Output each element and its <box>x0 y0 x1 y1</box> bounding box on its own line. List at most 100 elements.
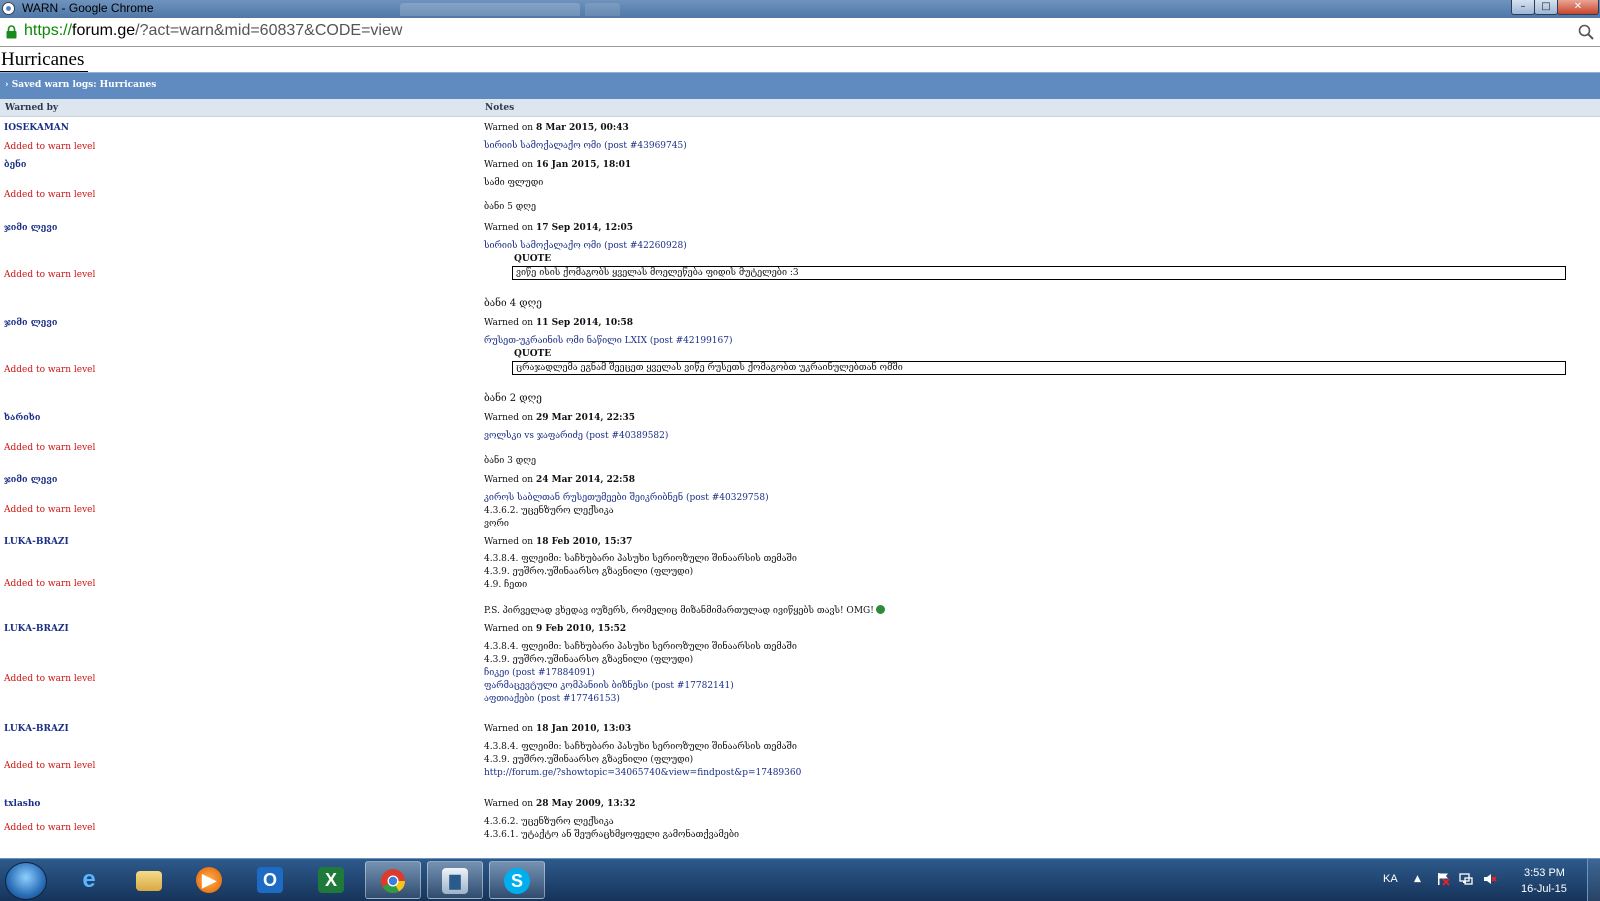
note-link[interactable]: http://forum.ge/?showtopic=34065740&view… <box>484 768 801 778</box>
row-left-cell: LUKA-BRAZI Added to warn level <box>4 718 464 793</box>
quote-label: QUOTE <box>514 254 552 264</box>
row-left-cell: IOSEKAMAN Added to warn level <box>4 117 464 154</box>
warn-level-added-text: Added to warn level <box>4 443 96 453</box>
warned-on-label: Warned on <box>484 475 534 485</box>
note-text: 4.3.6.2. უცენზურო ლექსიკა <box>484 506 614 516</box>
warn-level-added-text: Added to warn level <box>4 270 96 280</box>
table-row: LUKA-BRAZI Added to warn level Warned on… <box>0 618 1600 718</box>
background-tab[interactable] <box>400 3 580 16</box>
warn-date: 16 Jan 2015, 18:01 <box>535 160 632 170</box>
warner-link[interactable]: ჯიმი ლევი <box>4 318 57 328</box>
row-left-cell: LUKA-BRAZI Added to warn level <box>4 531 464 618</box>
warn-date: 29 Mar 2014, 22:35 <box>535 413 635 423</box>
network-icon[interactable] <box>1459 872 1473 886</box>
chrome-taskbar-button[interactable] <box>365 861 421 899</box>
warned-on-line: Warned on 18 Feb 2010, 15:37 <box>484 537 632 547</box>
url-text[interactable]: https://forum.ge/?act=warn&mid=60837&COD… <box>24 22 402 40</box>
note-link[interactable]: კიროს საბლთან რუსეთუმეები შეიკრიბნენ (po… <box>484 493 769 503</box>
row-left-cell: ბენი Added to warn level <box>4 154 464 217</box>
note-link[interactable]: ფარმაცევტული კომპანიის ბიზნესი (post #17… <box>484 681 734 691</box>
chrome-icon <box>381 869 405 894</box>
table-row: txlasho Added to warn level Warned on 28… <box>0 793 1600 853</box>
note-text: 4.3.8.4. ფლეიმი: საჩხუბარი პასუხი სერიოზ… <box>484 642 797 652</box>
warner-link[interactable]: LUKA-BRAZI <box>4 624 69 634</box>
warn-date: 18 Jan 2010, 13:03 <box>535 724 632 734</box>
media-player-icon[interactable]: ▶ <box>182 861 238 899</box>
outlook-icon[interactable]: O <box>243 861 299 899</box>
task-manager-taskbar-button[interactable]: ▇ <box>427 861 483 899</box>
note-text: 4.3.9. ეუშრო.უშინაარსო გზავნილი (ფლუდი) <box>484 755 694 765</box>
warner-link[interactable]: ჯიმი ლევი <box>4 475 57 485</box>
row-left-cell: LUKA-BRAZI Added to warn level <box>4 618 464 718</box>
row-left-cell: ხარიხი Added to warn level <box>4 407 464 469</box>
note-link[interactable]: ვოლსკი vs ჯაფარიძე (post #40389582) <box>484 431 668 441</box>
search-icon[interactable] <box>1578 24 1594 40</box>
warned-on-line: Warned on 9 Feb 2010, 15:52 <box>484 624 626 634</box>
warner-link[interactable]: txlasho <box>4 799 40 809</box>
show-desktop-button[interactable] <box>1587 859 1600 901</box>
table-header: Warned by Notes <box>0 99 1600 117</box>
warner-link[interactable]: IOSEKAMAN <box>4 123 69 133</box>
warner-link[interactable]: ხარიხი <box>4 413 40 423</box>
warn-level-added-text: Added to warn level <box>4 142 96 152</box>
address-bar[interactable]: https://forum.ge/?act=warn&mid=60837&COD… <box>0 18 1600 47</box>
url-scheme: https:// <box>24 22 73 39</box>
warner-link[interactable]: ჯიმი ლევი <box>4 223 57 233</box>
table-row: ხარიხი Added to warn level Warned on 29 … <box>0 407 1600 469</box>
ps-text: P.S. პირველად ვხედავ იუზერს, რომელიც მიზ… <box>484 606 874 616</box>
section-header: › Saved warn logs: Hurricanes <box>0 72 1600 99</box>
warner-link[interactable]: LUKA-BRAZI <box>4 724 69 734</box>
note-link[interactable]: ჩიკეი (post #17884091) <box>484 668 595 678</box>
skype-taskbar-button[interactable]: S <box>489 861 545 899</box>
quote-box: ვიწე ისის ქომაგობს ყველას მოელეწება ფიდი… <box>512 266 1566 280</box>
warned-on-line: Warned on 8 Mar 2015, 00:43 <box>484 123 629 133</box>
url-path: /?act=warn&mid=60837&CODE=view <box>135 22 403 39</box>
window-title: WARN - Google Chrome <box>22 1 154 15</box>
close-button[interactable]: ✕ <box>1557 0 1599 15</box>
row-left-cell: ჯიმი ლევი Added to warn level <box>4 217 464 312</box>
start-button[interactable] <box>5 862 47 900</box>
warned-on-label: Warned on <box>484 799 534 809</box>
note-link[interactable]: რუსეთ-უკრაინის ომი ნაწილი LXIX (post #42… <box>484 336 733 346</box>
show-hidden-icons-arrow[interactable]: ▲ <box>1414 874 1421 884</box>
minimize-button[interactable]: – <box>1511 0 1535 15</box>
warner-link[interactable]: ბენი <box>4 160 26 170</box>
volume-muted-icon[interactable] <box>1483 872 1497 886</box>
note-link[interactable]: სირიის სამოქალაქო ომი (post #42260928) <box>484 241 687 251</box>
warner-link[interactable]: LUKA-BRAZI <box>4 537 69 547</box>
internet-explorer-icon[interactable]: e <box>62 861 118 899</box>
clock-date[interactable]: 16-Jul-15 <box>1521 883 1567 895</box>
window-title-bar[interactable]: WARN - Google Chrome – □ ✕ <box>0 0 1600 18</box>
note-link[interactable]: აფთიაქები (post #17746153) <box>484 694 620 704</box>
warn-date: 9 Feb 2010, 15:52 <box>535 624 627 634</box>
warn-date: 17 Sep 2014, 12:05 <box>535 223 633 233</box>
warn-level-added-text: Added to warn level <box>4 579 96 589</box>
note-link[interactable]: სირიის სამოქალაქო ომი (post #43969745) <box>484 141 687 151</box>
note-text: 4.3.8.4. ფლეიმი: საჩხუბარი პასუხი სერიოზ… <box>484 554 797 564</box>
ban-text: ბანი 5 დღე <box>484 202 537 212</box>
new-tab-button[interactable] <box>585 3 620 16</box>
lock-icon <box>6 25 17 39</box>
warned-on-label: Warned on <box>484 160 534 170</box>
warned-on-label: Warned on <box>484 537 534 547</box>
note-text: 4.9. ჩეთი <box>484 580 528 590</box>
row-left-cell: txlasho Added to warn level <box>4 793 464 853</box>
clock-time[interactable]: 3:53 PM <box>1524 867 1565 879</box>
note-text: სამი ფლუდი <box>484 178 544 188</box>
warn-level-added-text: Added to warn level <box>4 823 96 833</box>
note-text: 4.3.9. ეუშრო.უშინაარსო გზავნილი (ფლუდი) <box>484 655 694 665</box>
chrome-window-icon <box>2 2 15 15</box>
warned-on-label: Warned on <box>484 123 534 133</box>
column-header-warned-by: Warned by <box>5 103 59 113</box>
file-explorer-icon[interactable] <box>122 861 178 899</box>
action-center-flag-icon[interactable] <box>1436 872 1450 886</box>
warned-on-line: Warned on 29 Mar 2014, 22:35 <box>484 413 635 423</box>
language-indicator[interactable]: KA <box>1383 873 1398 885</box>
maximize-button[interactable]: □ <box>1534 0 1558 15</box>
warn-level-added-text: Added to warn level <box>4 674 96 684</box>
warned-on-label: Warned on <box>484 223 534 233</box>
table-row: ჯიმი ლევი Added to warn level Warned on … <box>0 217 1600 312</box>
table-row: ბენი Added to warn level Warned on 16 Ja… <box>0 154 1600 217</box>
warned-on-label: Warned on <box>484 724 534 734</box>
excel-icon[interactable]: X <box>304 861 360 899</box>
